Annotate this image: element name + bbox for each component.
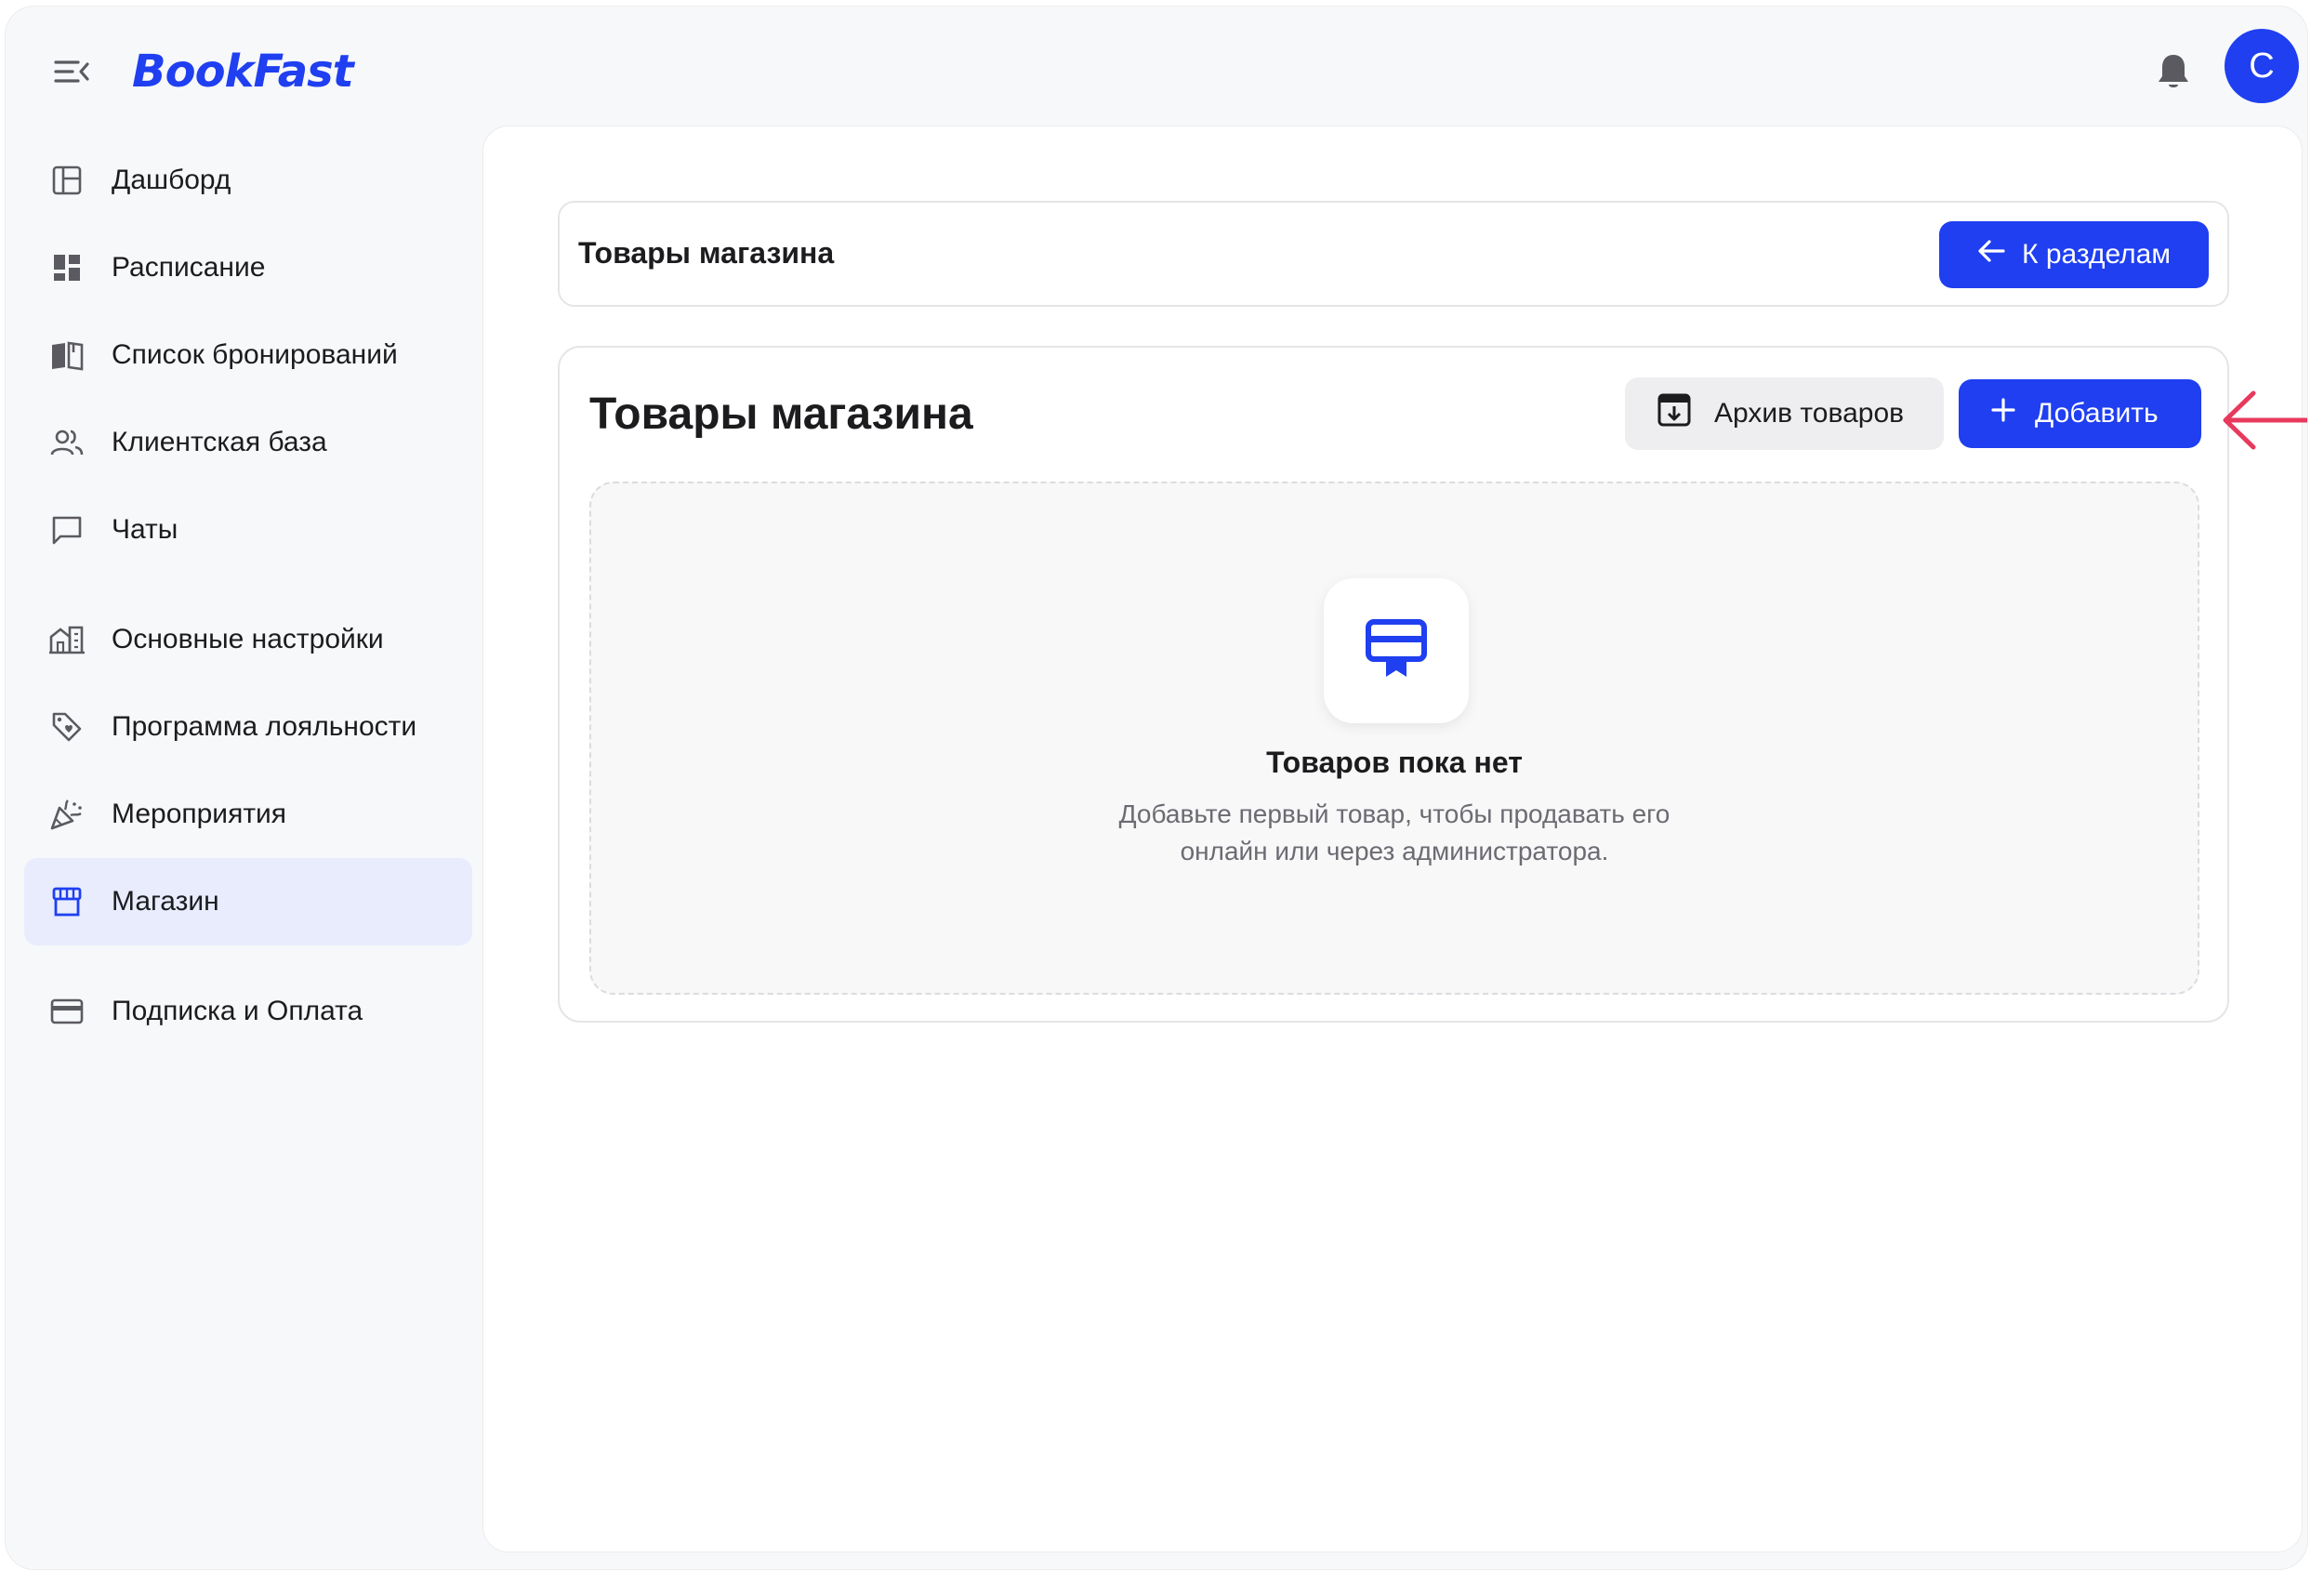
credit-card-icon xyxy=(48,993,86,1030)
sidebar-item-label: Расписание xyxy=(112,252,266,283)
users-icon xyxy=(48,424,86,461)
avatar-initial: C xyxy=(2249,46,2275,86)
add-button-label: Добавить xyxy=(2035,398,2159,429)
party-popper-icon xyxy=(48,796,86,833)
schedule-grid-icon xyxy=(48,249,86,286)
sidebar-item-chats[interactable]: Чаты xyxy=(24,486,472,574)
app-window: BookFast C Дашборд Расписание Список бро… xyxy=(5,6,2308,1570)
store-icon xyxy=(48,883,86,920)
empty-state-line-1: Добавьте первый товар, чтобы продавать е… xyxy=(1118,799,1670,828)
sidebar-item-label: Подписка и Оплата xyxy=(112,996,363,1026)
archive-button-label: Архив товаров xyxy=(1714,398,1905,429)
sidebar-item-events[interactable]: Мероприятия xyxy=(24,771,472,858)
section-title: Товары магазина xyxy=(578,236,835,270)
logo-text: BookFast xyxy=(132,46,354,98)
add-product-button[interactable]: Добавить xyxy=(1959,379,2201,448)
empty-state-line-2: онлайн или через администратора. xyxy=(1180,837,1609,865)
sidebar-item-label: Программа лояльности xyxy=(112,711,417,742)
dashboard-layout-icon xyxy=(48,162,86,199)
plus-icon xyxy=(1990,397,2016,430)
avatar[interactable]: C xyxy=(2225,29,2299,103)
sidebar-item-label: Мероприятия xyxy=(112,799,287,829)
sidebar-item-billing[interactable]: Подписка и Оплата xyxy=(24,968,472,1055)
sidebar-item-label: Магазин xyxy=(112,886,219,917)
back-button-label: К разделам xyxy=(2022,239,2171,270)
sidebar-item-settings[interactable]: Основные настройки xyxy=(24,596,472,683)
sidebar-item-store[interactable]: Магазин xyxy=(24,858,472,945)
products-panel: Товары магазина Архив товаров Добавить Т… xyxy=(558,346,2229,1023)
sidebar-item-label: Клиентская база xyxy=(112,427,327,457)
sidebar-item-label: Дашборд xyxy=(112,165,231,195)
empty-state-icon-box xyxy=(1324,578,1469,723)
menu-collapse-icon[interactable] xyxy=(54,55,91,88)
buildings-icon xyxy=(48,621,86,658)
tag-heart-icon xyxy=(48,708,86,746)
product-card-icon xyxy=(1366,618,1427,683)
sidebar-item-clients[interactable]: Клиентская база xyxy=(24,399,472,486)
sidebar-item-bookings[interactable]: Список бронирований xyxy=(24,311,472,399)
logo[interactable]: BookFast xyxy=(132,44,354,99)
empty-state-title: Товаров пока нет xyxy=(1266,746,1523,779)
annotation-arrow-icon xyxy=(2220,388,2307,453)
back-to-sections-button[interactable]: К разделам xyxy=(1939,221,2209,288)
sidebar-item-schedule[interactable]: Расписание xyxy=(24,224,472,311)
sidebar-item-label: Основные настройки xyxy=(112,624,384,654)
empty-state-description: Добавьте первый товар, чтобы продавать е… xyxy=(591,796,2198,870)
section-header: Товары магазина К разделам xyxy=(558,201,2229,307)
empty-state: Товаров пока нет Добавьте первый товар, … xyxy=(589,482,2199,995)
products-archive-button[interactable]: Архив товаров xyxy=(1625,377,1944,450)
main-content: Товары магазина К разделам Товары магази… xyxy=(482,125,2303,1552)
sidebar-item-label: Список бронирований xyxy=(112,339,398,370)
chat-icon xyxy=(48,511,86,548)
page-title: Товары магазина xyxy=(589,390,973,439)
arrow-left-icon xyxy=(1977,239,2005,271)
book-open-icon xyxy=(48,337,86,374)
bell-icon[interactable] xyxy=(2155,51,2192,92)
sidebar-item-loyalty[interactable]: Программа лояльности xyxy=(24,683,472,771)
sidebar-item-dashboard[interactable]: Дашборд xyxy=(24,137,472,224)
sidebar-item-label: Чаты xyxy=(112,514,178,545)
archive-icon xyxy=(1657,392,1692,435)
